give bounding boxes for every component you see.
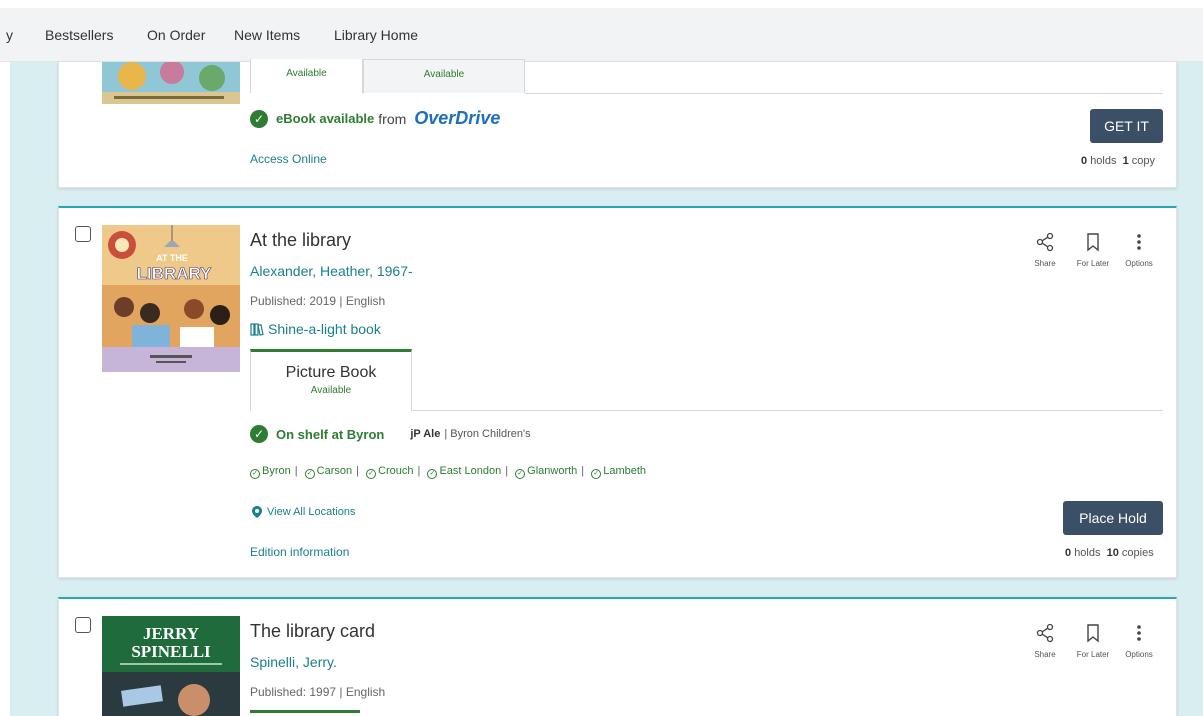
options-label: Options xyxy=(1125,259,1153,268)
shelf-availability: ✓ On shelf at Byron jP Ale | Byron Child… xyxy=(250,425,531,443)
shelf-location: | Byron Children's xyxy=(444,428,531,440)
share-action[interactable]: Share xyxy=(1023,232,1067,268)
tabs-divider xyxy=(525,93,1163,94)
call-number: jP Ale xyxy=(410,428,441,440)
publication-info: Published: 2019 | English xyxy=(250,294,386,308)
format-status: Available xyxy=(310,385,352,396)
ebook-status: eBook available xyxy=(276,111,375,126)
copies-count: 1 xyxy=(1122,155,1129,167)
place-hold-button[interactable]: Place Hold xyxy=(1063,501,1163,535)
book-author[interactable]: Spinelli, Jerry. xyxy=(250,654,337,670)
shine-a-light-badge[interactable]: Shine-a-light book xyxy=(250,321,381,337)
book-author[interactable]: Alexander, Heather, 1967- xyxy=(250,263,413,279)
book-stack-icon xyxy=(250,322,264,336)
share-icon xyxy=(1036,623,1054,643)
book-cover[interactable]: JERRY SPINELLI xyxy=(102,616,240,716)
view-locations-label: View All Locations xyxy=(267,506,356,518)
more-vertical-icon xyxy=(1137,625,1141,641)
more-vertical-icon xyxy=(1137,234,1141,250)
holds-count: 0 xyxy=(1081,155,1088,167)
format-tab-picture-book[interactable]: Picture Book Available xyxy=(250,349,412,411)
branch-byron[interactable]: ✓ Byron xyxy=(250,465,291,479)
share-icon xyxy=(1036,232,1054,252)
for-later-label: For Later xyxy=(1076,259,1110,268)
share-label: Share xyxy=(1034,650,1056,659)
map-pin-icon xyxy=(252,506,262,518)
cover-text-line2: SPINELLI xyxy=(131,642,211,661)
nav-item-bestsellers[interactable]: Bestsellers xyxy=(45,27,113,43)
branch-crouch[interactable]: ✓ Crouch xyxy=(366,465,414,479)
for-later-action[interactable]: For Later xyxy=(1071,623,1115,659)
options-action[interactable]: Options xyxy=(1117,623,1161,659)
for-later-action[interactable]: For Later xyxy=(1071,232,1115,268)
edition-information-link[interactable]: Edition information xyxy=(250,545,349,559)
nav-item-on-order[interactable]: On Order xyxy=(147,27,205,43)
shelf-status: On shelf at Byron xyxy=(276,426,385,442)
nav-item-new-items[interactable]: New Items xyxy=(234,27,300,43)
holds-copies: 0 holds 1 copy xyxy=(1081,155,1155,167)
format-status: Available xyxy=(423,69,465,80)
ebook-availability: ✓ eBook available from OverDrive xyxy=(250,108,500,129)
branch-list: ✓ Byron | ✓ Carson | ✓ Crouch | ✓ East London | … xyxy=(250,465,646,479)
bookmark-icon xyxy=(1087,233,1099,252)
result-card-previous: Available Available ✓ eBook available fr… xyxy=(58,59,1177,188)
cover-text-small: AT THE xyxy=(156,253,188,263)
get-it-button[interactable]: GET IT xyxy=(1090,109,1163,143)
share-label: Share xyxy=(1034,259,1056,268)
tabs-divider xyxy=(412,410,1163,411)
select-checkbox[interactable] xyxy=(75,617,91,633)
book-title[interactable]: At the library xyxy=(250,230,351,251)
format-tab-1[interactable]: Available xyxy=(250,59,363,93)
cover-text-big: LIBRARY xyxy=(137,264,213,283)
branch-glanworth[interactable]: ✓ Glanworth xyxy=(515,465,577,479)
holds-label: holds xyxy=(1090,155,1117,167)
top-nav-bar: y Bestsellers On Order New Items Library… xyxy=(0,8,1203,62)
format-tab-2[interactable]: Available xyxy=(363,59,525,93)
result-card-the-library-card: JERRY SPINELLI The library card Spinelli… xyxy=(58,597,1177,716)
publication-info: Published: 1997 | English xyxy=(250,685,386,699)
book-cover[interactable]: AT THE LIBRARY xyxy=(102,225,240,372)
view-all-locations-link[interactable]: View All Locations xyxy=(252,506,355,518)
nav-item-library-home[interactable]: Library Home xyxy=(334,27,418,43)
access-online-link[interactable]: Access Online xyxy=(250,152,327,166)
book-title[interactable]: The library card xyxy=(250,621,375,642)
format-name: Picture Book xyxy=(285,364,377,381)
check-circle-icon: ✓ xyxy=(250,425,268,443)
share-action[interactable]: Share xyxy=(1023,623,1067,659)
from-label: from xyxy=(378,110,407,127)
format-tab-top-edge xyxy=(250,710,360,713)
copies-count: 10 xyxy=(1106,547,1119,559)
copies-label: copies xyxy=(1121,547,1154,559)
holds-count: 0 xyxy=(1065,547,1072,559)
options-action[interactable]: Options xyxy=(1117,232,1161,268)
result-card-at-the-library: AT THE LIBRARY At the library Alexander,… xyxy=(58,206,1177,578)
overdrive-logo: OverDrive xyxy=(414,108,501,128)
badge-label: Shine-a-light book xyxy=(268,321,381,337)
for-later-label: For Later xyxy=(1076,650,1110,659)
format-status: Available xyxy=(286,68,327,79)
cover-text-line1: JERRY xyxy=(143,624,199,643)
holds-label: holds xyxy=(1074,547,1101,559)
check-circle-icon: ✓ xyxy=(250,109,268,128)
branch-lambeth[interactable]: ✓ Lambeth xyxy=(591,465,646,479)
nav-item-partial[interactable]: y xyxy=(6,27,13,43)
branch-east-london[interactable]: ✓ East London xyxy=(427,465,501,479)
select-checkbox[interactable] xyxy=(75,226,91,242)
bookmark-icon xyxy=(1087,624,1099,643)
copies-label: copy xyxy=(1131,155,1156,167)
branch-carson[interactable]: ✓ Carson xyxy=(304,465,352,479)
options-label: Options xyxy=(1125,650,1153,659)
book-cover-partial[interactable] xyxy=(102,62,240,104)
holds-copies: 0 holds 10 copies xyxy=(1065,547,1154,559)
